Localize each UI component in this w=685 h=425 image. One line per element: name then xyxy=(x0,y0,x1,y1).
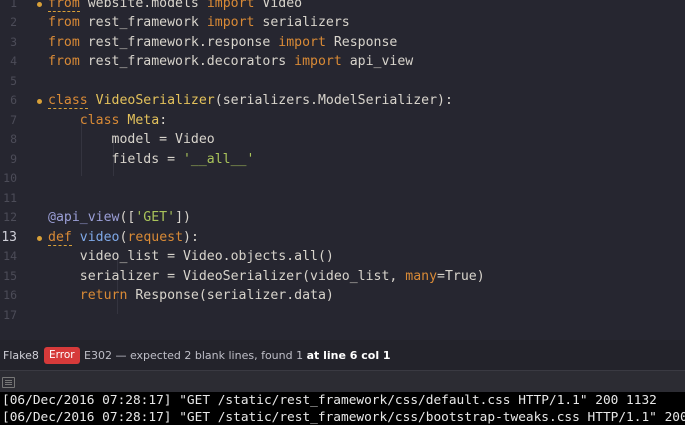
line-number: 6 xyxy=(10,93,17,107)
code-line[interactable]: 5 xyxy=(0,72,685,92)
line-number: 8 xyxy=(10,132,17,146)
code-line[interactable]: 17 xyxy=(0,306,685,326)
code-line[interactable]: 4 from rest_framework.decorators import a… xyxy=(0,52,685,72)
code-text: from rest_framework.decorators import ap… xyxy=(48,54,414,69)
line-number: 12 xyxy=(3,210,17,224)
lint-marker-icon[interactable] xyxy=(37,235,42,241)
line-number: 7 xyxy=(10,112,17,127)
code-line[interactable]: 13 def video(request): xyxy=(0,228,685,248)
code-line[interactable]: 10 xyxy=(0,169,685,189)
line-number: 14 xyxy=(3,249,17,263)
code-line[interactable]: 7 class Meta: xyxy=(0,111,685,131)
lint-marker-icon[interactable] xyxy=(37,1,42,7)
code-line[interactable]: 16 return Response(serializer.data) xyxy=(0,286,685,306)
code-text: fields = '__all__' xyxy=(48,151,255,167)
code-text: class VideoSerializer(serializers.ModelS… xyxy=(48,93,453,109)
lint-location: at line 6 col 1 xyxy=(306,349,391,362)
linter-name[interactable]: Flake8 xyxy=(3,349,39,362)
line-number: 1 xyxy=(10,0,17,10)
code-text: class Meta: xyxy=(79,112,168,128)
line-number: 5 xyxy=(10,73,17,88)
error-badge[interactable]: Error xyxy=(44,347,80,364)
line-number: 10 xyxy=(3,171,17,185)
line-number: 13 xyxy=(1,229,17,245)
line-number: 17 xyxy=(3,307,17,322)
code-line[interactable]: 11 xyxy=(0,189,685,209)
line-number: 16 xyxy=(3,288,17,302)
code-line[interactable]: 9 fields = '__all__' xyxy=(0,150,685,170)
line-number: 2 xyxy=(10,15,17,29)
lint-message[interactable]: E302 — expected 2 blank lines, found 1 a… xyxy=(84,349,391,362)
code-text: serializer = VideoSerializer(video_list,… xyxy=(48,268,485,284)
line-number: 11 xyxy=(3,190,17,205)
code-line[interactable]: 3 from rest_framework.response import Res… xyxy=(0,33,685,53)
code-editor[interactable]: 1 from website.models import Video 2 from r… xyxy=(0,0,685,340)
code-line[interactable]: 15 serializer = VideoSerializer(video_li… xyxy=(0,267,685,287)
code-line[interactable]: 8 model = Video xyxy=(0,130,685,150)
code-text: def video(request): xyxy=(48,229,199,246)
code-line[interactable]: 1 from website.models import Video xyxy=(0,0,685,13)
line-number: 4 xyxy=(10,54,17,68)
terminal-panel-icon[interactable] xyxy=(2,377,15,388)
line-number: 15 xyxy=(3,268,17,283)
code-line[interactable]: 14 video_list = Video.objects.all() xyxy=(0,247,685,267)
code-text: from rest_framework.response import Resp… xyxy=(48,34,398,50)
terminal-line: [06/Dec/2016 07:28:17] "GET /static/rest… xyxy=(2,410,685,425)
code-text: from rest_framework import serializers xyxy=(48,15,350,30)
lint-marker-icon[interactable] xyxy=(37,99,42,104)
terminal-panel-header xyxy=(0,370,685,393)
line-number: 3 xyxy=(10,34,17,49)
code-text: @api_view(['GET']) xyxy=(48,210,191,225)
linter-status-bar: Flake8 Error E302 — expected 2 blank lin… xyxy=(0,344,685,368)
code-line[interactable]: 6 class VideoSerializer(serializers.Model… xyxy=(0,91,685,111)
code-text: model = Video xyxy=(48,132,215,147)
code-text: return Response(serializer.data) xyxy=(79,288,334,303)
lint-message-text: E302 — expected 2 blank lines, found 1 xyxy=(84,349,304,362)
code-text: from website.models import Video xyxy=(48,0,302,13)
terminal-line: [06/Dec/2016 07:28:17] "GET /static/rest… xyxy=(2,393,657,408)
code-line[interactable]: 12 @api_view(['GET']) xyxy=(0,208,685,228)
terminal-output[interactable]: [06/Dec/2016 07:28:17] "GET /static/rest… xyxy=(0,392,685,425)
code-line[interactable]: 2 from rest_framework import serializers xyxy=(0,13,685,33)
code-text: video_list = Video.objects.all() xyxy=(48,249,334,264)
line-number: 9 xyxy=(10,151,17,166)
